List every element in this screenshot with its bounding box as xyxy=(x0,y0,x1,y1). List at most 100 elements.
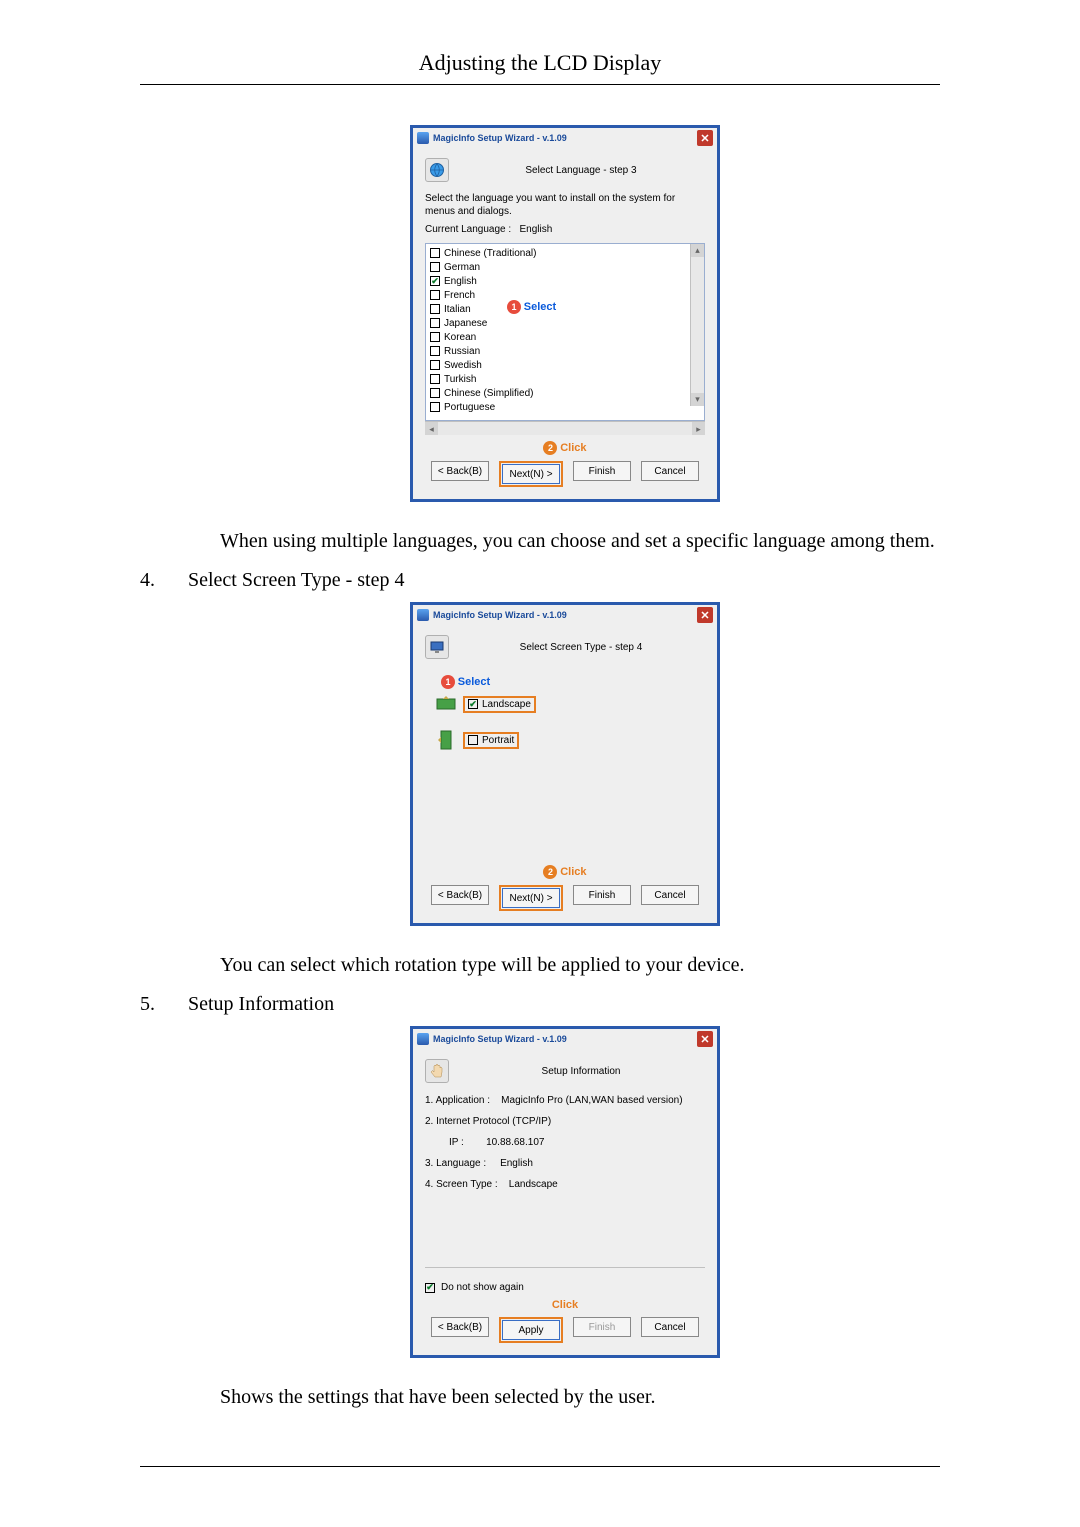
list-item[interactable]: French xyxy=(430,288,690,302)
current-language: Current Language : English xyxy=(425,224,705,235)
checkbox-unchecked-icon[interactable] xyxy=(430,360,440,370)
info-ip: IP : 10.88.68.107 xyxy=(449,1137,705,1148)
list-number: 4. xyxy=(140,569,164,592)
checkbox-unchecked-icon[interactable] xyxy=(430,332,440,342)
wizard-title: MagicInfo Setup Wizard - v.1.09 xyxy=(433,1034,693,1044)
next-button[interactable]: Next(N) > xyxy=(502,888,560,908)
list-item[interactable]: Portuguese xyxy=(430,400,690,414)
step5-heading: Setup Information xyxy=(457,1066,705,1077)
close-icon[interactable]: ✕ xyxy=(697,1031,713,1047)
landscape-icon xyxy=(435,693,457,715)
wizard-titlebar: MagicInfo Setup Wizard - v.1.09 ✕ xyxy=(413,1029,717,1049)
back-button[interactable]: < Back(B) xyxy=(431,885,489,905)
current-language-value: English xyxy=(520,224,553,235)
list-item[interactable]: Russian xyxy=(430,344,690,358)
finish-button[interactable]: Finish xyxy=(573,461,631,481)
list-item[interactable]: Italian xyxy=(430,302,690,316)
list-text: Setup Information xyxy=(188,993,334,1016)
checkbox-unchecked-icon[interactable] xyxy=(468,735,478,745)
checkbox-checked-icon[interactable]: ✔ xyxy=(468,699,478,709)
highlight-portrait: Portrait xyxy=(463,732,519,749)
checkbox-unchecked-icon[interactable] xyxy=(430,388,440,398)
wizard-title: MagicInfo Setup Wizard - v.1.09 xyxy=(433,133,693,143)
lang-label: English xyxy=(444,276,477,287)
horizontal-scrollbar[interactable] xyxy=(425,421,705,435)
list-item[interactable]: Chinese (Simplified) xyxy=(430,386,690,400)
hand-icon xyxy=(425,1059,449,1083)
info-value: 10.88.68.107 xyxy=(486,1137,544,1148)
cancel-button[interactable]: Cancel xyxy=(641,1317,699,1337)
highlight-next: Next(N) > xyxy=(499,885,563,911)
list-item[interactable]: Swedish xyxy=(430,358,690,372)
cancel-button[interactable]: Cancel xyxy=(641,885,699,905)
wizard-titlebar: MagicInfo Setup Wizard - v.1.09 ✕ xyxy=(413,128,717,148)
checkbox-unchecked-icon[interactable] xyxy=(430,318,440,328)
info-value: Landscape xyxy=(509,1179,558,1190)
language-list[interactable]: Chinese (Traditional) German ✔ English Fr… xyxy=(425,243,705,421)
list-item[interactable]: Turkish xyxy=(430,372,690,386)
list-text: Select Screen Type - step 4 xyxy=(188,569,405,592)
paragraph: When using multiple languages, you can c… xyxy=(220,530,940,553)
wizard-footer: < Back(B) Next(N) > Finish Cancel xyxy=(425,881,705,911)
info-label: 3. Language : xyxy=(425,1158,486,1169)
paragraph: You can select which rotation type will … xyxy=(220,954,940,977)
back-button[interactable]: < Back(B) xyxy=(431,461,489,481)
divider xyxy=(425,1267,705,1268)
portrait-label: Portrait xyxy=(482,735,514,746)
back-button[interactable]: < Back(B) xyxy=(431,1317,489,1337)
next-button[interactable]: Next(N) > xyxy=(502,464,560,484)
list-item[interactable]: Japanese xyxy=(430,316,690,330)
checkbox-unchecked-icon[interactable] xyxy=(430,304,440,314)
lang-label: Portuguese xyxy=(444,402,495,413)
lang-label: Japanese xyxy=(444,318,487,329)
apply-button[interactable]: Apply xyxy=(502,1320,560,1340)
page-title: Adjusting the LCD Display xyxy=(140,50,940,85)
do-not-show-again[interactable]: ✔ Do not show again xyxy=(425,1274,705,1293)
cancel-button[interactable]: Cancel xyxy=(641,461,699,481)
landscape-label: Landscape xyxy=(482,699,531,710)
app-icon xyxy=(417,132,429,144)
checkbox-unchecked-icon[interactable] xyxy=(430,346,440,356)
monitor-icon xyxy=(425,635,449,659)
callout-select-label: Select xyxy=(458,676,490,688)
callout-click: Click xyxy=(425,1299,705,1311)
step3-heading: Select Language - step 3 xyxy=(457,165,705,176)
close-icon[interactable]: ✕ xyxy=(697,130,713,146)
portrait-option[interactable]: Portrait xyxy=(435,729,705,751)
info-language: 3. Language : English xyxy=(425,1158,705,1169)
checkbox-unchecked-icon[interactable] xyxy=(430,248,440,258)
finish-button[interactable]: Finish xyxy=(573,885,631,905)
finish-button: Finish xyxy=(573,1317,631,1337)
list-item[interactable]: Chinese (Traditional) xyxy=(430,246,690,260)
info-application: 1. Application : MagicInfo Pro (LAN,WAN … xyxy=(425,1095,705,1106)
callout-click-label: Click xyxy=(560,866,586,878)
checkbox-checked-icon[interactable]: ✔ xyxy=(425,1283,435,1293)
callout-click-label: Click xyxy=(560,442,586,454)
do-not-show-label: Do not show again xyxy=(441,1282,524,1293)
vertical-scrollbar[interactable] xyxy=(690,244,704,406)
wizard-setup-info: MagicInfo Setup Wizard - v.1.09 ✕ Setup … xyxy=(410,1026,720,1358)
footer-rule xyxy=(140,1466,940,1468)
checkbox-unchecked-icon[interactable] xyxy=(430,290,440,300)
current-language-label: Current Language : xyxy=(425,224,511,235)
lang-label: Russian xyxy=(444,346,480,357)
close-icon[interactable]: ✕ xyxy=(697,607,713,623)
list-item[interactable]: ✔ English xyxy=(430,274,690,288)
checkbox-unchecked-icon[interactable] xyxy=(430,262,440,272)
wizard-step4: MagicInfo Setup Wizard - v.1.09 ✕ Select… xyxy=(410,602,720,926)
landscape-option[interactable]: ✔ Landscape xyxy=(435,693,705,715)
list-item[interactable]: Korean xyxy=(430,330,690,344)
paragraph: Shows the settings that have been select… xyxy=(220,1386,940,1409)
highlight-next: Next(N) > xyxy=(499,461,563,487)
wizard-title: MagicInfo Setup Wizard - v.1.09 xyxy=(433,610,693,620)
lang-label: Chinese (Simplified) xyxy=(444,388,533,399)
step3-intro: Select the language you want to install … xyxy=(425,192,705,218)
lang-label: Italian xyxy=(444,304,471,315)
checkbox-unchecked-icon[interactable] xyxy=(430,374,440,384)
lang-label: Korean xyxy=(444,332,476,343)
checkbox-checked-icon[interactable]: ✔ xyxy=(430,276,440,286)
badge-2-icon: 2 xyxy=(543,441,557,455)
checkbox-unchecked-icon[interactable] xyxy=(430,402,440,412)
wizard-footer: < Back(B) Apply Finish Cancel xyxy=(425,1313,705,1343)
list-item[interactable]: German xyxy=(430,260,690,274)
